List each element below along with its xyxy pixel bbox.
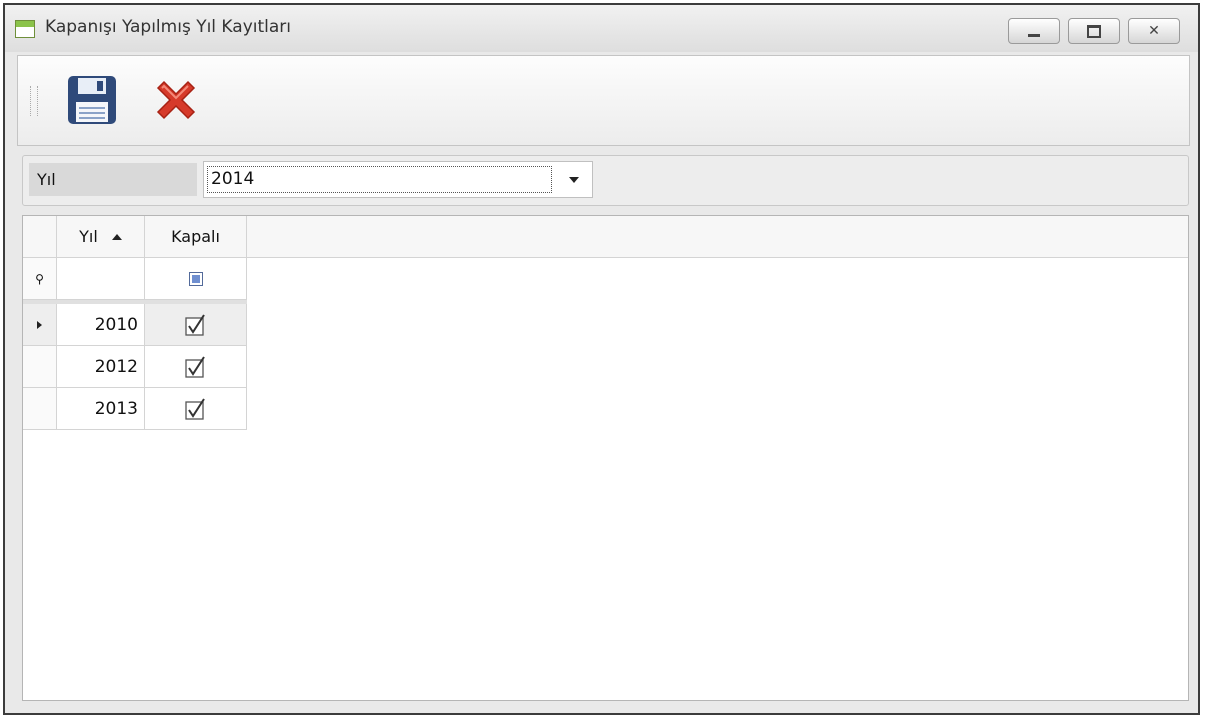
current-row-icon: [37, 320, 42, 329]
window-title: Kapanışı Yapılmış Yıl Kayıtları: [45, 17, 292, 37]
filter-checkbox-indeterminate[interactable]: [188, 271, 203, 286]
table-cell-kapali[interactable]: [145, 304, 247, 346]
table-cell-yil[interactable]: 2010: [57, 304, 145, 346]
row-indicator[interactable]: [23, 388, 57, 430]
column-header-yil-label: Yıl: [79, 227, 98, 246]
table-cell-yil[interactable]: 2013: [57, 388, 145, 430]
column-header-kapali[interactable]: Kapalı: [145, 216, 247, 258]
column-header-kapali-label: Kapalı: [171, 227, 220, 246]
filter-row-indicator: ⚲: [23, 258, 57, 300]
chevron-down-icon: [569, 176, 579, 183]
table-cell-kapali[interactable]: [145, 388, 247, 430]
column-header-yil[interactable]: Yıl: [57, 216, 145, 258]
row-indicator[interactable]: [23, 304, 57, 346]
close-x-icon: [156, 80, 196, 120]
year-combobox[interactable]: 2014: [203, 161, 593, 198]
app-window-icon: [15, 20, 35, 38]
filter-panel: Yıl 2014: [22, 155, 1189, 206]
maximize-button[interactable]: [1068, 18, 1120, 44]
toolbar-grip[interactable]: [30, 86, 38, 116]
checked-checkbox[interactable]: [184, 313, 207, 336]
row-indicator-header: [23, 216, 57, 258]
save-floppy-icon: [68, 76, 116, 124]
cancel-button[interactable]: [148, 72, 204, 128]
title-bar[interactable]: Kapanışı Yapılmış Yıl Kayıtları ✕: [5, 5, 1198, 52]
pin-icon: ⚲: [35, 271, 44, 286]
toolbar: [17, 55, 1190, 146]
table-cell-kapali[interactable]: [145, 346, 247, 388]
minimize-button[interactable]: [1008, 18, 1060, 44]
minimize-icon: [1028, 33, 1040, 37]
table-cell-yil[interactable]: 2012: [57, 346, 145, 388]
save-button[interactable]: [64, 72, 120, 128]
checked-checkbox[interactable]: [184, 355, 207, 378]
checked-checkbox[interactable]: [184, 397, 207, 420]
app-window: Kapanışı Yapılmış Yıl Kayıtları ✕ Yıl 20…: [3, 3, 1200, 715]
year-combobox-value[interactable]: 2014: [207, 166, 552, 193]
filter-cell-yil[interactable]: [57, 258, 145, 300]
years-grid: Yıl Kapalı ⚲ 2010 2012 2013: [22, 215, 1189, 701]
header-empty-area: [247, 216, 1188, 258]
maximize-icon: [1087, 24, 1101, 38]
filter-cell-kapali[interactable]: [145, 258, 247, 300]
row-indicator[interactable]: [23, 346, 57, 388]
close-icon: ✕: [1148, 23, 1160, 39]
sort-ascending-icon: [111, 233, 122, 240]
close-window-button[interactable]: ✕: [1128, 18, 1180, 44]
year-filter-label: Yıl: [29, 163, 197, 196]
year-combobox-dropdown-button[interactable]: [556, 162, 592, 197]
